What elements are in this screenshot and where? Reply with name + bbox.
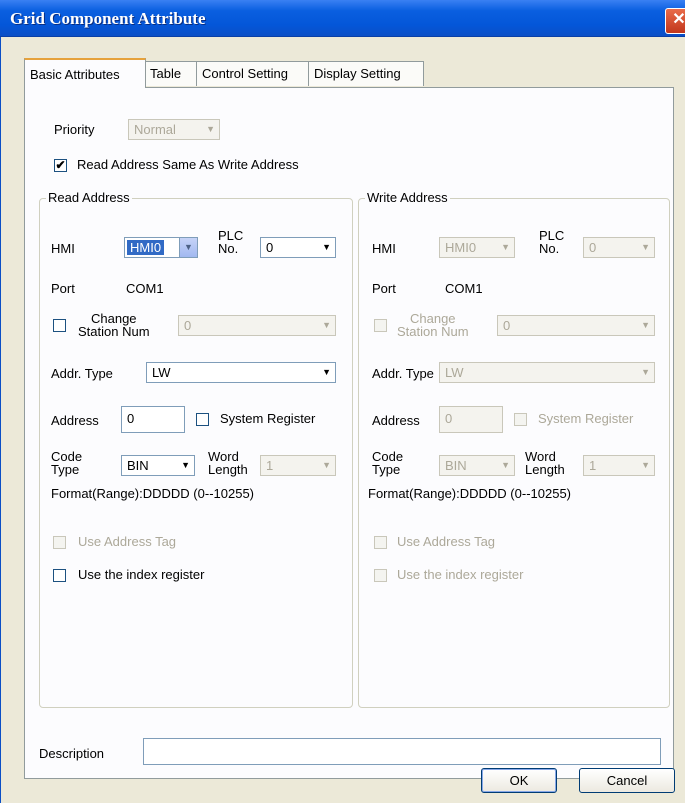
write-word-length-select[interactable]: 1 ▼ [583, 455, 655, 476]
write-change-station-checkbox[interactable] [374, 319, 387, 332]
close-button[interactable]: ✕ [665, 8, 685, 34]
write-station-select[interactable]: 0 ▼ [497, 315, 655, 336]
write-system-register-label: System Register [538, 411, 634, 426]
write-word-length-label: Word Length [525, 449, 565, 477]
write-use-address-tag-checkbox[interactable] [374, 536, 387, 549]
read-hmi-select[interactable]: HMI0 ▼ [124, 237, 198, 258]
write-address-label: Address [372, 413, 420, 428]
write-hmi-label: HMI [372, 241, 396, 256]
chevron-down-icon: ▼ [322, 460, 331, 470]
same-address-label: Read Address Same As Write Address [77, 157, 299, 172]
chevron-down-icon: ▼ [206, 124, 215, 134]
read-address-group: Read Address HMI HMI0 ▼ PLC No. 0 ▼ Port … [39, 190, 353, 708]
chevron-down-icon: ▼ [641, 460, 650, 470]
chevron-down-icon: ▼ [641, 320, 650, 330]
tab-basic-attributes[interactable]: Basic Attributes [24, 58, 146, 88]
write-plc-value: 0 [589, 240, 597, 255]
same-address-checkbox[interactable]: ✔ [54, 159, 67, 172]
tab-panel: Priority Normal ▼ ✔ Read Address Same As… [24, 87, 674, 779]
chevron-down-icon: ▼ [181, 460, 190, 470]
write-address-group: Write Address HMI HMI0 ▼ PLC No. 0 ▼ Port… [358, 190, 670, 708]
read-plc-label: PLC No. [218, 228, 244, 256]
write-use-index-register-checkbox[interactable] [374, 569, 387, 582]
write-port-value: COM1 [445, 281, 483, 296]
read-change-station-label: Change Station Num [78, 311, 150, 339]
write-address-title: Write Address [365, 190, 450, 205]
cancel-button[interactable]: Cancel [579, 768, 675, 793]
chevron-down-icon: ▼ [641, 367, 650, 377]
tab-display-setting[interactable]: Display Setting [308, 61, 424, 86]
read-use-index-register-checkbox[interactable] [53, 569, 66, 582]
write-code-type-select[interactable]: BIN ▼ [439, 455, 515, 476]
write-plc-select[interactable]: 0 ▼ [583, 237, 655, 258]
check-icon: ✔ [55, 158, 66, 172]
write-use-index-register-label: Use the index register [397, 567, 524, 582]
write-system-register-checkbox[interactable] [514, 413, 527, 426]
read-address-label: Address [51, 413, 99, 428]
read-plc-select[interactable]: 0 ▼ [260, 237, 336, 258]
write-hmi-select[interactable]: HMI0 ▼ [439, 237, 515, 258]
title-bar: Grid Component Attribute ✕ [0, 0, 685, 37]
read-code-type-label: Code Type [51, 449, 83, 477]
read-station-select[interactable]: 0 ▼ [178, 315, 336, 336]
chevron-down-icon: ▼ [179, 238, 197, 257]
chevron-down-icon: ▼ [641, 242, 650, 252]
chevron-down-icon: ▼ [501, 242, 510, 252]
write-hmi-value: HMI0 [445, 240, 477, 255]
read-change-station-checkbox[interactable] [53, 319, 66, 332]
chevron-down-icon: ▼ [322, 320, 331, 330]
write-code-type-label: Code Type [372, 449, 404, 477]
read-addr-type-label: Addr. Type [51, 366, 113, 381]
priority-select[interactable]: Normal ▼ [128, 119, 220, 140]
write-port-label: Port [372, 281, 396, 296]
ok-button[interactable]: OK [481, 768, 557, 793]
read-port-label: Port [51, 281, 75, 296]
description-input[interactable] [143, 738, 661, 765]
write-code-type-value: BIN [445, 458, 467, 473]
read-word-length-value: 1 [266, 458, 274, 473]
read-plc-value: 0 [266, 240, 274, 255]
write-addr-type-select[interactable]: LW ▼ [439, 362, 655, 383]
read-address-title: Read Address [46, 190, 132, 205]
priority-label: Priority [54, 122, 95, 137]
read-station-value: 0 [184, 318, 192, 333]
read-system-register-label: System Register [220, 411, 316, 426]
write-word-length-value: 1 [589, 458, 597, 473]
read-use-address-tag-checkbox[interactable] [53, 536, 66, 549]
tab-table[interactable]: Table [144, 61, 198, 86]
read-port-value: COM1 [126, 281, 164, 296]
read-system-register-checkbox[interactable] [196, 413, 209, 426]
write-addr-type-label: Addr. Type [372, 366, 434, 381]
read-format-text: Format(Range):DDDDD (0--10255) [51, 486, 254, 501]
write-addr-type-value: LW [445, 365, 464, 380]
read-addr-type-value: LW [152, 365, 171, 380]
write-use-address-tag-label: Use Address Tag [397, 534, 496, 549]
read-code-type-select[interactable]: BIN ▼ [121, 455, 195, 476]
read-use-index-register-label: Use the index register [78, 567, 205, 582]
write-station-value: 0 [503, 318, 511, 333]
write-plc-label: PLC No. [539, 228, 565, 256]
write-format-text: Format(Range):DDDDD (0--10255) [368, 486, 571, 501]
write-change-station-label: Change Station Num [397, 311, 469, 339]
read-use-address-tag-label: Use Address Tag [78, 534, 177, 549]
read-addr-type-select[interactable]: LW ▼ [146, 362, 336, 383]
read-hmi-value: HMI0 [127, 240, 165, 255]
read-word-length-select[interactable]: 1 ▼ [260, 455, 336, 476]
read-hmi-label: HMI [51, 241, 75, 256]
read-code-type-value: BIN [127, 458, 149, 473]
tab-control-setting[interactable]: Control Setting [196, 61, 310, 86]
read-word-length-label: Word Length [208, 449, 248, 477]
description-label: Description [39, 746, 105, 761]
chevron-down-icon: ▼ [501, 460, 510, 470]
read-address-input[interactable]: 0 [121, 406, 185, 433]
dialog-body: Basic Attributes Table Control Setting D… [0, 37, 684, 803]
write-address-input[interactable]: 0 [439, 406, 503, 433]
chevron-down-icon: ▼ [322, 242, 331, 252]
chevron-down-icon: ▼ [322, 367, 331, 377]
window-title: Grid Component Attribute [10, 9, 206, 28]
close-icon: ✕ [672, 11, 685, 28]
priority-value: Normal [134, 122, 176, 137]
